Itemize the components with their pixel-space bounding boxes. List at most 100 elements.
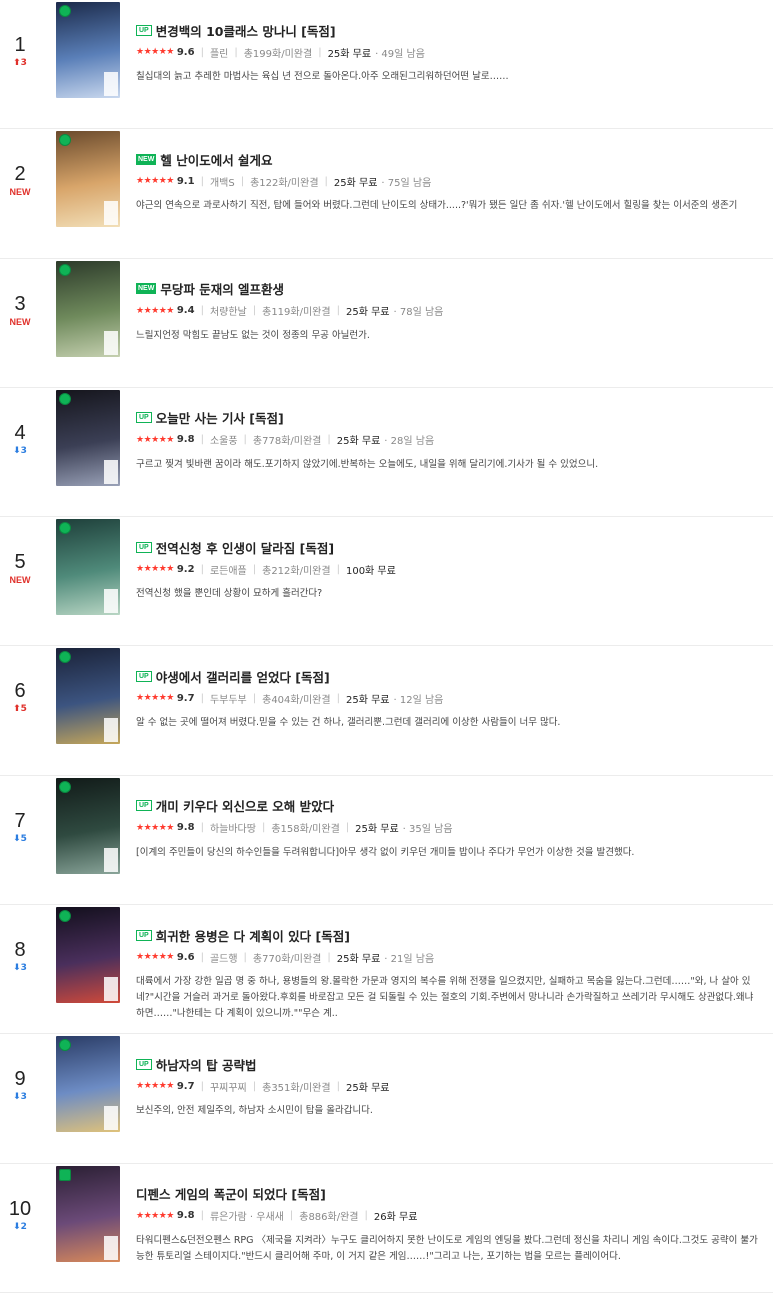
rank-column: 2 NEW xyxy=(0,129,40,257)
author[interactable]: 소울풍 xyxy=(210,432,238,447)
meta-row: ★★★★★ 9.1 | 개백S | 총122화/미완결 | 25화 무료 · 7… xyxy=(136,174,761,189)
separator: | xyxy=(200,46,204,58)
ranking-item[interactable]: 3 NEW NEW 무당파 둔재의 엘프환생 ★★★★★ 9.4 | 처량한날 … xyxy=(0,259,773,388)
author[interactable]: 개백S xyxy=(210,174,235,189)
meta-row: ★★★★★ 9.7 | 두부두부 | 총404화/미완결 | 25화 무료 · … xyxy=(136,691,761,706)
episode-count: 총351화/미완결 xyxy=(262,1082,331,1094)
episode-count: 총404화/미완결 xyxy=(262,694,331,706)
arrow-down-icon: ⬇ xyxy=(13,445,21,456)
rank-change: NEW xyxy=(0,575,40,585)
rating-score: 9.6 xyxy=(176,46,195,58)
rank-column: 7 ⬇5 xyxy=(0,776,40,904)
days-left: · 75일 남음 xyxy=(381,177,432,189)
clock-icon xyxy=(59,651,71,664)
cover-thumbnail[interactable] xyxy=(56,519,120,616)
ranking-item[interactable]: 10 ⬇2 디펜스 게임의 폭군이 되었다 [독점] ★★★★★ 9.8 | 류… xyxy=(0,1164,773,1293)
separator: | xyxy=(240,175,245,187)
up-badge: UP xyxy=(136,541,152,553)
author[interactable]: 플린 xyxy=(210,45,228,60)
rating-stars-icon: ★★★★★ xyxy=(136,1210,174,1221)
ranking-item[interactable]: 7 ⬇5 UP 개미 키우다 외신으로 오해 받았다 ★★★★★ 9.8 | 하… xyxy=(0,776,773,906)
cover-label xyxy=(104,1235,118,1260)
cover-label xyxy=(104,718,118,743)
rank-number: 4 xyxy=(14,421,26,444)
cover-thumbnail[interactable] xyxy=(56,131,120,228)
author[interactable]: 처량한날 xyxy=(210,303,247,318)
item-title[interactable]: 무당파 둔재의 엘프환생 xyxy=(160,279,284,298)
item-title[interactable]: 오늘만 사는 기사 [독점] xyxy=(156,408,284,427)
rank-column: 9 ⬇3 xyxy=(0,1034,40,1162)
rank-change-value: 5 xyxy=(20,704,27,715)
title-row: NEW 헬 난이도에서 쉴게요 xyxy=(136,150,761,168)
title-row: UP 오늘만 사는 기사 [독점] xyxy=(136,409,761,427)
ranking-item[interactable]: 4 ⬇3 UP 오늘만 사는 기사 [독점] ★★★★★ 9.8 | 소울풍 |… xyxy=(0,388,773,518)
days-left: · 12일 남음 xyxy=(393,694,444,706)
clock-icon xyxy=(59,522,71,535)
author[interactable]: 류은가람 · 우새새 xyxy=(210,1208,284,1223)
free-episodes: 25화 무료 xyxy=(345,694,390,706)
item-title[interactable]: 전역신청 후 인생이 달라짐 [독점] xyxy=(156,538,334,557)
ranking-item[interactable]: 2 NEW NEW 헬 난이도에서 쉴게요 ★★★★★ 9.1 | 개백S | … xyxy=(0,129,773,259)
ranking-item[interactable]: 6 ⬆5 UP 야생에서 갤러리를 얻었다 [독점] ★★★★★ 9.7 | 두… xyxy=(0,646,773,776)
author[interactable]: 두부두부 xyxy=(210,691,247,706)
free-episodes: 26화 무료 xyxy=(373,1212,418,1224)
days-left: · 78일 남음 xyxy=(393,307,444,319)
rank-change-value: 3 xyxy=(20,1092,27,1103)
item-title[interactable]: 변경백의 10클래스 망나니 [독점] xyxy=(156,21,336,40)
arrow-up-icon: ⬆ xyxy=(13,58,21,68)
free-episodes: 25화 무료 xyxy=(327,48,372,60)
cover-thumbnail[interactable] xyxy=(56,2,120,98)
item-title[interactable]: 개미 키우다 외신으로 오해 받았다 xyxy=(156,796,334,815)
cover-label xyxy=(104,1106,118,1131)
episode-count: 총778화/미완결 xyxy=(252,436,322,448)
item-info: UP 오늘만 사는 기사 [독점] ★★★★★ 9.8 | 소울풍 | 총778… xyxy=(136,409,761,473)
item-title[interactable]: 야생에서 갤러리를 얻었다 [독점] xyxy=(156,667,330,686)
item-title[interactable]: 하남자의 탑 공략법 xyxy=(156,1055,257,1074)
author[interactable]: 하늘바다땅 xyxy=(210,820,256,835)
clock-icon xyxy=(59,780,71,793)
episode-count: 총199화/미완결 xyxy=(243,48,313,60)
rank-number: 6 xyxy=(14,680,26,703)
cover-thumbnail[interactable] xyxy=(56,260,120,357)
ranking-item[interactable]: 1 ⬆3 UP 변경백의 10클래스 망나니 [독점] ★★★★★ 9.6 | … xyxy=(0,0,773,130)
up-badge: UP xyxy=(136,670,152,682)
item-description: 알 수 없는 곳에 떨어져 버렸다.믿을 수 있는 건 하나, 갤러리뿐.그런데… xyxy=(136,717,561,729)
cover-thumbnail[interactable] xyxy=(56,777,120,874)
new-rank-label: NEW xyxy=(9,575,31,586)
item-title[interactable]: 헬 난이도에서 쉴게요 xyxy=(160,150,272,169)
item-title[interactable]: 디펜스 게임의 폭군이 되었다 [독점] xyxy=(136,1184,326,1203)
cover-thumbnail[interactable] xyxy=(56,389,120,486)
rating-score: 9.2 xyxy=(176,563,195,575)
episode-count: 총886화/완결 xyxy=(299,1212,359,1224)
rating-score: 9.1 xyxy=(176,175,195,187)
author[interactable]: 골드행 xyxy=(210,950,238,965)
cover-thumbnail[interactable] xyxy=(56,648,120,745)
meta-row: ★★★★★ 9.6 | 골드행 | 총770화/미완결 | 25화 무료 · 2… xyxy=(136,950,761,965)
rating-score: 9.7 xyxy=(176,1080,195,1092)
item-description: 야근의 연속으로 과로사하기 직전, 탑에 들어와 버렸다.그런데 난이도의 상… xyxy=(136,200,738,212)
rank-change-value: 3 xyxy=(20,58,27,68)
author[interactable]: 꾸찌꾸찌 xyxy=(210,1079,247,1094)
ranking-item[interactable]: 8 ⬇3 UP 희귀한 용병은 다 계획이 있다 [독점] ★★★★★ 9.6 … xyxy=(0,905,773,1035)
rank-number: 7 xyxy=(14,809,26,832)
cover-label xyxy=(104,977,118,1002)
days-left: · 35일 남음 xyxy=(402,824,453,836)
separator: | xyxy=(200,1080,204,1092)
title-row: NEW 무당파 둔재의 엘프환생 xyxy=(136,280,761,298)
cover-thumbnail[interactable] xyxy=(56,1165,120,1262)
new-badge: NEW xyxy=(136,153,157,165)
ranking-item[interactable]: 9 ⬇3 UP 하남자의 탑 공략법 ★★★★★ 9.7 | 꾸찌꾸찌 | 총3… xyxy=(0,1034,773,1164)
clock-icon xyxy=(59,1039,71,1052)
arrow-down-icon: ⬇ xyxy=(13,963,21,974)
separator: | xyxy=(261,822,266,834)
cover-thumbnail[interactable] xyxy=(56,1036,120,1133)
title-row: UP 희귀한 용병은 다 계획이 있다 [독점] xyxy=(136,926,761,944)
cover-thumbnail[interactable] xyxy=(56,907,120,1004)
item-title[interactable]: 희귀한 용병은 다 계획이 있다 [독점] xyxy=(156,926,350,945)
author[interactable]: 로든애플 xyxy=(210,562,247,577)
separator: | xyxy=(200,175,204,187)
ranking-item[interactable]: 5 NEW UP 전역신청 후 인생이 달라짐 [독점] ★★★★★ 9.2 |… xyxy=(0,517,773,647)
title-row: UP 야생에서 갤러리를 얻었다 [독점] xyxy=(136,667,761,685)
separator: | xyxy=(252,1080,257,1092)
item-info: UP 변경백의 10클래스 망나니 [독점] ★★★★★ 9.6 | 플린 | … xyxy=(136,21,761,85)
